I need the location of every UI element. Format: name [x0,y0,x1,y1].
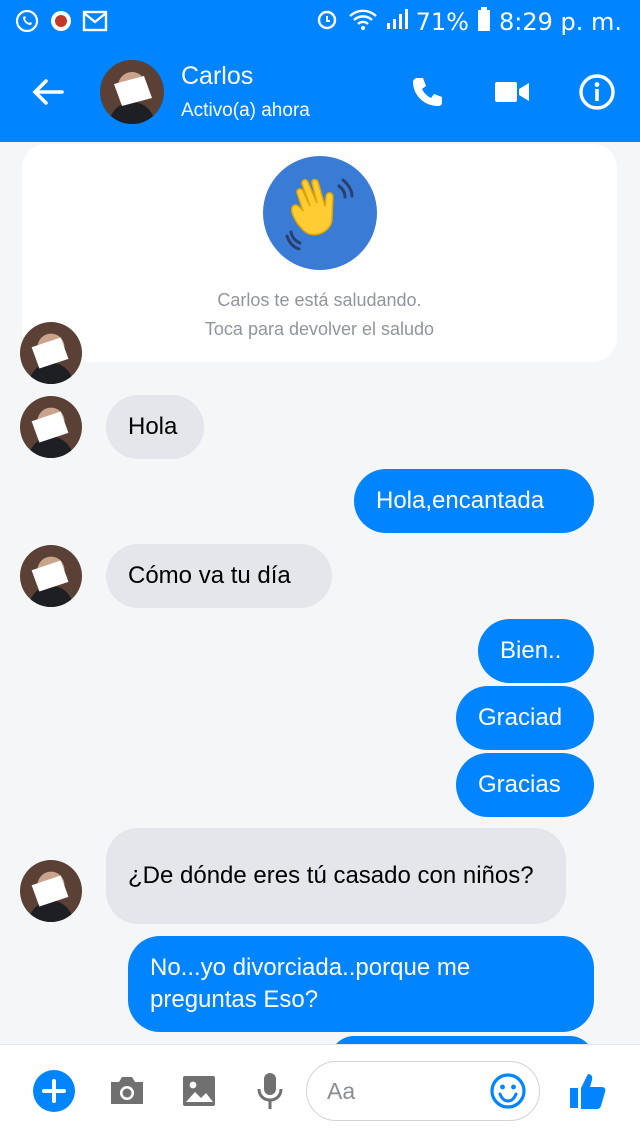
status-bar: 71% 8:29 p. m. [0,0,640,42]
emoji-button[interactable] [486,1069,530,1113]
message-input-placeholder: Aa [327,1078,356,1104]
phone-icon [413,78,442,106]
conversation-header: Carlos Activo(a) ahora [0,42,640,142]
message-bubble-incoming[interactable]: ¿De dónde eres tú casado con niños? [106,828,566,924]
contact-avatar[interactable] [100,60,164,124]
wave-button[interactable] [263,156,377,270]
battery-icon [477,6,491,38]
microphone-icon [257,1073,283,1109]
voice-button[interactable] [248,1069,292,1113]
message-bubble-incoming[interactable]: Hola [106,395,204,459]
wave-message: Carlos te está saludando. [217,290,422,310]
contact-status: Activo(a) ahora [181,100,310,121]
system-indicators: 71% 8:29 p. m. [314,6,622,38]
mail-icon [82,8,108,34]
wave-hint: Toca para devolver el saludo [204,319,435,339]
wave-card[interactable]: Carlos te está saludando. Toca para devo… [22,144,617,362]
plus-icon [33,1070,75,1112]
call-button[interactable] [407,72,447,112]
thumbs-up-icon [570,1074,606,1109]
contact-avatar-small[interactable] [20,545,82,607]
wifi-icon [348,7,378,37]
emoji-icon [490,1073,526,1109]
back-button[interactable] [28,72,68,112]
signal-icon [386,7,408,37]
more-actions-button[interactable] [32,1069,76,1113]
notification-icons [14,8,108,34]
app-icon [48,8,74,34]
message-bubble-outgoing[interactable]: Gracias [456,753,594,817]
clock: 8:29 p. m. [498,8,622,36]
wave-hand-icon [285,178,354,251]
like-button[interactable] [566,1069,610,1113]
message-bubble-outgoing[interactable]: No...yo divorciada..porque me preguntas … [128,936,594,1032]
contact-name[interactable]: Carlos [181,62,253,91]
contact-avatar-small[interactable] [20,322,82,384]
message-bubble-outgoing[interactable]: Bien.. [478,619,594,683]
whatsapp-icon [14,8,40,34]
video-call-button[interactable] [492,72,532,112]
message-bubble-outgoing[interactable]: Graciad [456,686,594,750]
image-icon [183,1076,215,1106]
contact-avatar-small[interactable] [20,860,82,922]
camera-icon [111,1077,143,1104]
contact-avatar-small[interactable] [20,396,82,458]
message-composer: Aa [0,1044,640,1137]
battery-percent: 71% [415,8,469,36]
message-bubble-incoming[interactable]: Cómo va tu día [106,544,332,608]
info-button[interactable] [577,72,617,112]
message-bubble-outgoing[interactable]: Hola,encantada [354,469,594,533]
back-arrow-icon [32,79,64,105]
video-icon [495,82,529,102]
alarm-icon [314,6,340,38]
info-icon [579,74,615,110]
gallery-button[interactable] [177,1069,221,1113]
camera-button[interactable] [105,1069,149,1113]
